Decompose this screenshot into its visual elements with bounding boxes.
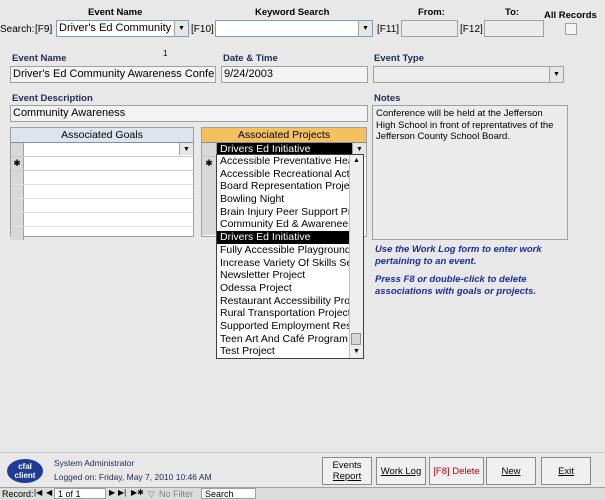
event-name-search-label: Event Name <box>88 7 143 18</box>
projects-dropdown-items: Accessible Preventative HealthAccessible… <box>217 155 350 358</box>
f12-hint: [F12] <box>460 24 483 35</box>
delete-label: [F8] Delete <box>433 465 480 477</box>
project-list-item[interactable]: Accessible Recreational Activities <box>217 168 350 181</box>
from-label: From: <box>418 7 445 18</box>
scroll-thumb[interactable] <box>351 333 361 345</box>
goals-new-row[interactable]: ✱ <box>11 157 193 171</box>
datetime-label: Date & Time <box>223 53 278 64</box>
project-list-item[interactable]: Newsletter Project <box>217 269 350 282</box>
project-list-item[interactable]: Restaurant Accessibility Project <box>217 295 350 308</box>
exit-button[interactable]: Exit <box>541 457 591 485</box>
event-type-dropdown[interactable]: ▼ <box>373 66 564 83</box>
project-list-item[interactable]: Community Ed & Awarenee <box>217 218 350 231</box>
project-list-item[interactable]: Brain Injury Peer Support Program <box>217 206 350 219</box>
project-list-item[interactable]: Drivers Ed Initiative <box>217 231 350 244</box>
new-row-marker-icon: ✱ <box>202 157 217 170</box>
goals-combo[interactable]: ▼ <box>24 143 193 156</box>
f11-hint: [F11] <box>377 24 400 35</box>
project-list-item[interactable]: Rural Transportation Project <box>217 307 350 320</box>
f10-hint: [F10] <box>191 24 214 35</box>
delete-button[interactable]: [F8] Delete <box>429 457 484 485</box>
event-name-search-dropdown[interactable]: Driver's Ed Community Awa ▼ <box>56 20 189 37</box>
event-name-field[interactable]: Driver's Ed Community Awareness Conferen… <box>10 66 216 83</box>
first-record-icon[interactable]: |◀ <box>34 488 42 497</box>
event-description-label: Event Description <box>12 93 93 104</box>
project-list-item[interactable]: Fully Accessible Playground <box>217 244 350 257</box>
app-logo: cfal client <box>7 459 43 483</box>
scroll-down-icon[interactable]: ▼ <box>350 346 363 358</box>
associated-goals-grid: Associated Goals ▼ ✱ <box>10 127 194 240</box>
work-log-button[interactable]: Work Log <box>376 457 426 485</box>
events-report-line2: Report <box>332 471 362 482</box>
all-records-label: All Records <box>544 10 597 21</box>
project-list-item[interactable]: Test Project <box>217 345 350 358</box>
logo-text-1: cfal <box>18 462 32 471</box>
notes-field[interactable]: Conference will be held at the Jefferson… <box>372 105 568 240</box>
chevron-down-icon[interactable]: ▼ <box>174 21 188 36</box>
project-list-item[interactable]: Board Representation Project <box>217 180 350 193</box>
exit-label: Exit <box>558 465 574 477</box>
logo-text-2: client <box>14 471 36 480</box>
work-log-hint: Use the Work Log form to enter work pert… <box>375 244 542 267</box>
to-date-field[interactable] <box>484 20 544 37</box>
project-list-item[interactable]: Bowling Night <box>217 193 350 206</box>
new-record-icon[interactable]: ▶✱ <box>131 488 144 497</box>
last-record-icon[interactable]: ▶| <box>118 488 126 497</box>
next-record-icon[interactable]: ▶ <box>109 488 115 497</box>
event-description-field[interactable]: Community Awareness <box>10 105 368 122</box>
from-date-field[interactable] <box>401 20 458 37</box>
work-log-label: Work Log <box>380 465 422 477</box>
chevron-down-icon[interactable]: ▼ <box>549 67 563 82</box>
new-button[interactable]: New <box>486 457 536 485</box>
no-filter-label[interactable]: No Filter <box>159 489 193 499</box>
events-report-line1: Events <box>332 460 362 471</box>
projects-header: Associated Projects <box>202 128 366 143</box>
notes-label: Notes <box>374 93 401 104</box>
scrollbar[interactable]: ▲ ▼ <box>349 155 363 358</box>
projects-dropdown-list[interactable]: Accessible Preventative HealthAccessible… <box>216 154 364 359</box>
previous-record-icon[interactable]: ◀ <box>46 488 52 497</box>
record-navigation-bar: Record: |◀ ◀ 1 of 1 ▶ ▶| ▶✱ ▽ No Filter … <box>0 487 605 500</box>
filter-icon[interactable]: ▽ <box>148 489 155 500</box>
chevron-down-icon[interactable]: ▼ <box>179 143 193 155</box>
record-label: Record: <box>2 489 34 499</box>
goals-header: Associated Goals <box>11 128 193 143</box>
search-box[interactable]: Search <box>201 488 256 499</box>
project-list-item[interactable]: Teen Art And Café Program <box>217 333 350 346</box>
row-selector[interactable] <box>202 143 217 156</box>
goals-current-row[interactable]: ▼ <box>11 143 193 157</box>
project-list-item[interactable]: Odessa Project <box>217 282 350 295</box>
user-name: System Administrator <box>54 458 135 468</box>
search-label: Search: <box>0 24 35 35</box>
record-position-field[interactable]: 1 of 1 <box>54 488 106 499</box>
datetime-field[interactable]: 9/24/2003 <box>221 66 368 83</box>
new-row-marker-icon: ✱ <box>11 157 24 170</box>
scroll-up-icon[interactable]: ▲ <box>350 155 363 167</box>
project-list-item[interactable]: Increase Variety Of Skills Services <box>217 257 350 270</box>
all-records-checkbox[interactable] <box>565 23 577 35</box>
chevron-down-icon[interactable]: ▼ <box>358 21 372 36</box>
logged-on-info: Logged on: Friday, May 7, 2010 10:46 AM <box>54 472 212 482</box>
event-name-label: Event Name <box>12 53 67 64</box>
project-list-item[interactable]: Accessible Preventative Health <box>217 155 350 168</box>
event-type-label: Event Type <box>374 53 424 64</box>
keyword-search-dropdown[interactable]: ▼ <box>215 20 373 37</box>
events-report-button[interactable]: Events Report <box>322 457 372 485</box>
record-counter: 1 <box>163 49 168 58</box>
event-name-search-value: Driver's Ed Community Awa <box>59 22 189 34</box>
to-label: To: <box>505 7 520 18</box>
project-list-item[interactable]: Supported Employment Resources <box>217 320 350 333</box>
f9-hint: [F9] <box>35 24 53 35</box>
new-label: New <box>501 465 521 477</box>
row-selector[interactable] <box>11 143 24 156</box>
keyword-search-label: Keyword Search <box>255 7 330 18</box>
delete-hint: Press F8 or double-click to delete assoc… <box>375 274 537 297</box>
